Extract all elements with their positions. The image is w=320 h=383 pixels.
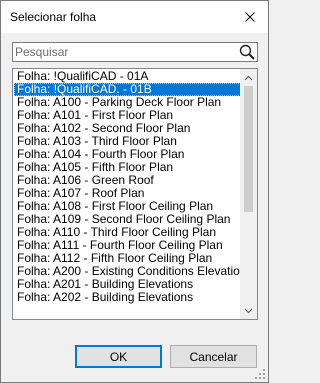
list-item[interactable]: Folha: !QualifiCAD. - 01B [14,83,241,96]
ok-button[interactable]: OK [75,345,162,368]
search-input[interactable] [15,44,235,60]
list-item[interactable]: Folha: A107 - Roof Plan [14,187,241,200]
vertical-scrollbar[interactable] [240,69,257,319]
sheet-list[interactable]: Folha: !QualifiCAD - 01A Folha: !QualifiC… [12,68,258,320]
dialog-title: Selecionar folha [10,10,97,24]
list-item[interactable]: Folha: A105 - Fifth Floor Plan [14,161,241,174]
list-item[interactable]: Folha: A104 - Fourth Floor Plan [14,148,241,161]
list-item[interactable]: Folha: A202 - Building Elevations [14,291,241,304]
scroll-up-button[interactable] [240,69,257,86]
cancel-button[interactable]: Cancelar [170,345,257,368]
scroll-down-button[interactable] [240,302,257,319]
list-item[interactable]: Folha: A201 - Building Elevations [14,278,241,291]
search-box [12,42,258,62]
list-item[interactable]: Folha: A110 - Third Floor Ceiling Plan [14,226,241,239]
resize-grip-icon[interactable] [254,368,266,380]
list-item[interactable]: Folha: A106 - Green Roof [14,174,241,187]
chevron-down-icon [244,308,253,313]
list-item[interactable]: Folha: A108 - First Floor Ceiling Plan [14,200,241,213]
sheet-list-items: Folha: !QualifiCAD - 01A Folha: !QualifiC… [14,70,241,304]
search-icon[interactable] [238,43,256,61]
list-item[interactable]: Folha: A200 - Existing Conditions Elevat… [14,265,241,278]
list-item[interactable]: Folha: A103 - Third Floor Plan [14,135,241,148]
list-item[interactable]: Folha: A102 - Second Floor Plan [14,122,241,135]
chevron-up-icon [244,75,253,80]
close-icon [245,12,255,22]
list-item[interactable]: Folha: A100 - Parking Deck Floor Plan [14,96,241,109]
scrollbar-thumb[interactable] [244,86,253,212]
list-item[interactable]: Folha: A112 - Fifth Floor Ceiling Plan [14,252,241,265]
close-button[interactable] [232,1,268,33]
list-item[interactable]: Folha: A101 - First Floor Plan [14,109,241,122]
select-sheet-dialog: Selecionar folha Folha: !QualifiCAD - 01… [0,0,269,383]
list-item[interactable]: Folha: A111 - Fourth Floor Ceiling Plan [14,239,241,252]
list-item[interactable]: Folha: A109 - Second Floor Ceiling Plan [14,213,241,226]
title-bar[interactable]: Selecionar folha [1,1,268,33]
list-item[interactable]: Folha: !QualifiCAD - 01A [14,70,241,83]
